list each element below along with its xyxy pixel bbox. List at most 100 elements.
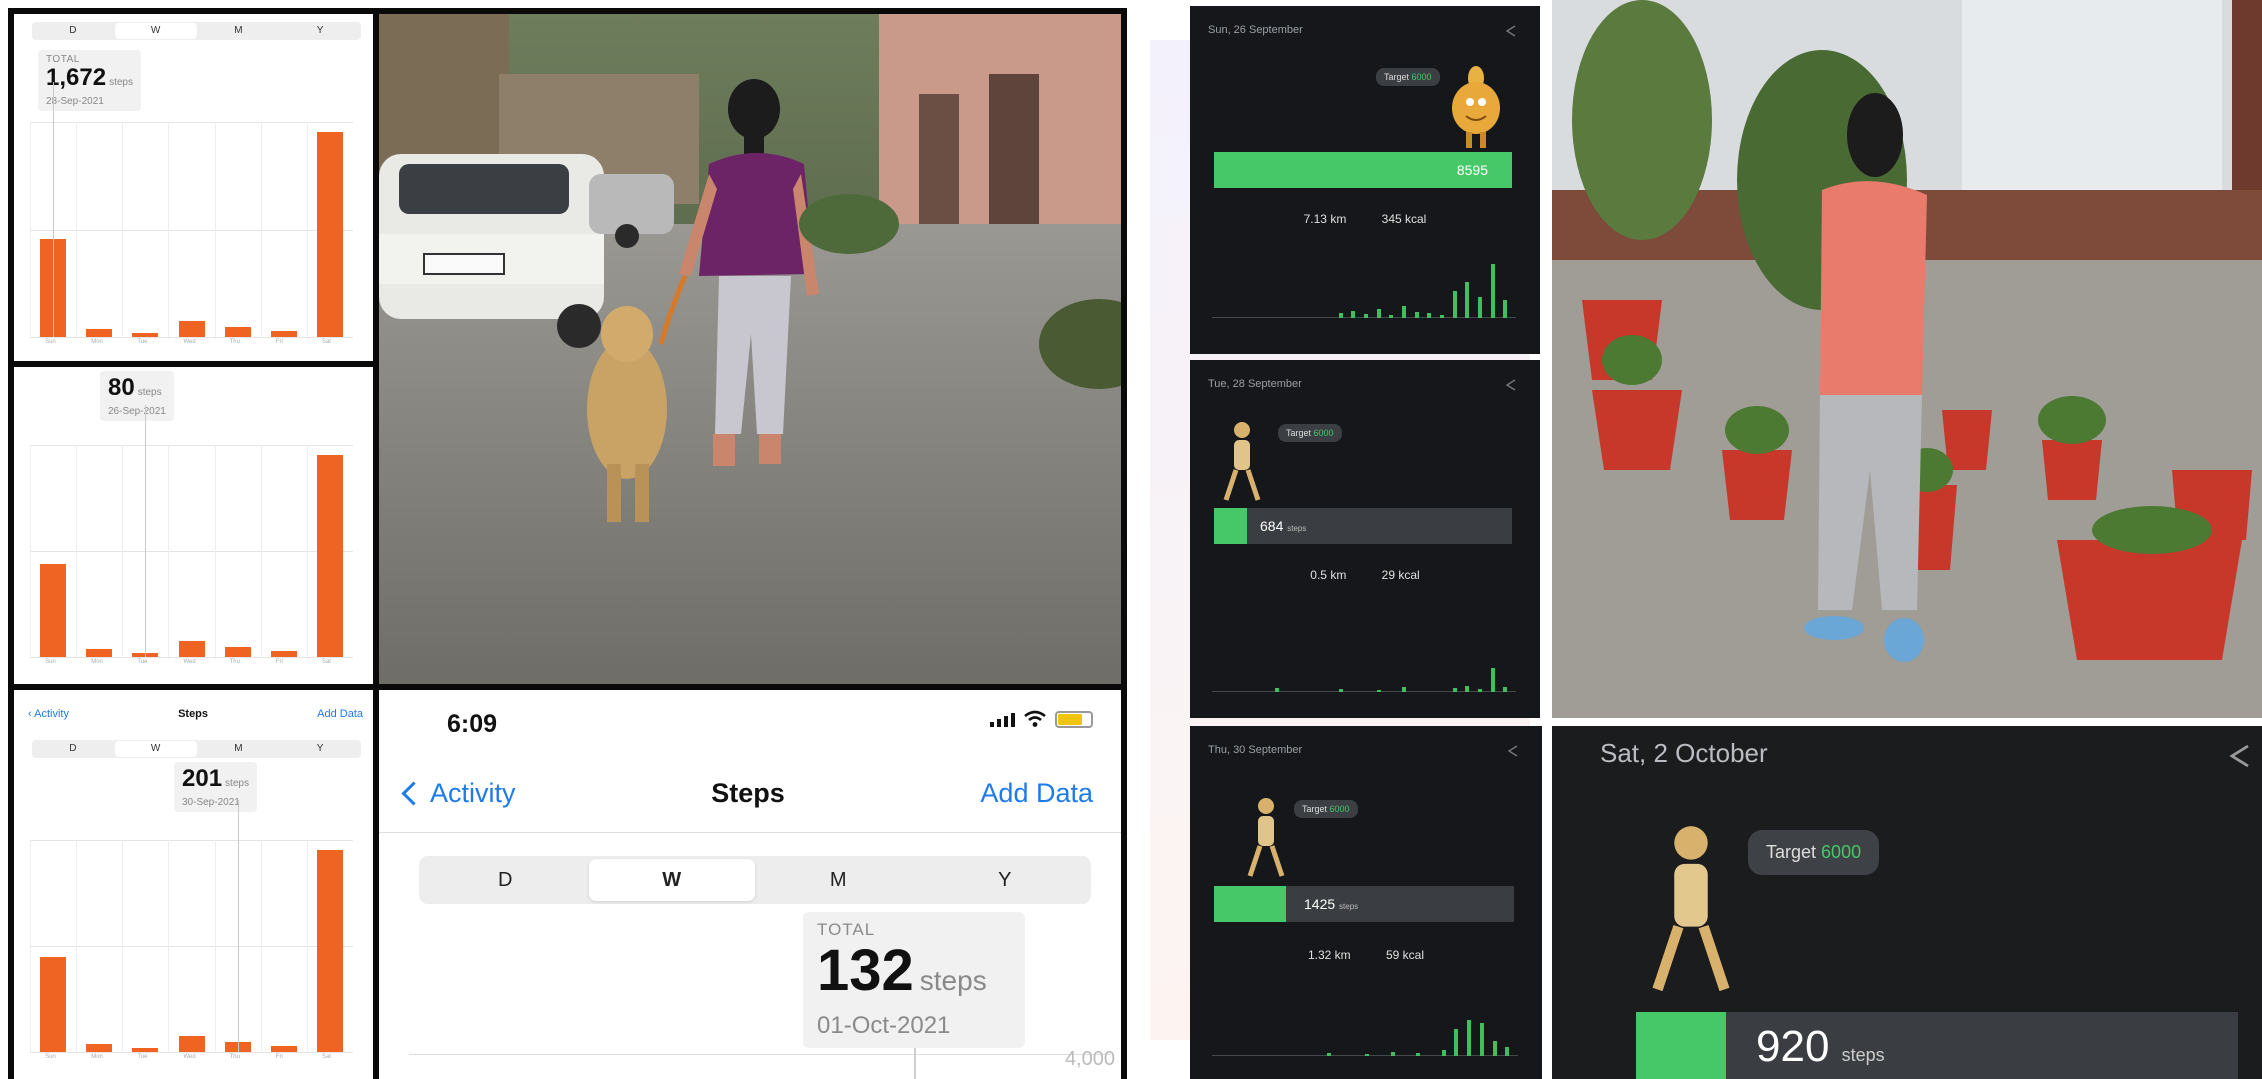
x-axis-label: Tue (137, 1054, 148, 1060)
chart-column-divider (306, 122, 308, 337)
x-axis-label: Tue (137, 339, 148, 345)
step-bar-sat[interactable] (316, 132, 343, 337)
step-bar-tue[interactable] (132, 1047, 159, 1052)
share-icon[interactable] (1504, 378, 1518, 392)
period-segmented-control[interactable]: D W M Y (32, 740, 361, 758)
total-value: 201 steps (182, 765, 249, 792)
sparkline-bar (1376, 309, 1381, 318)
add-data-link[interactable]: Add Data (317, 708, 363, 720)
x-axis-label: Wed (183, 1054, 196, 1060)
step-bar-thu[interactable] (224, 326, 251, 337)
step-bar-sun[interactable] (40, 564, 67, 657)
step-bar-sun[interactable] (40, 957, 67, 1052)
chart-gridline (409, 1054, 1111, 1055)
step-bar-tue[interactable] (132, 332, 159, 337)
tab-month[interactable]: M (755, 859, 922, 901)
step-bar-sat[interactable] (316, 455, 343, 657)
distance: 7.13 km (1303, 212, 1347, 226)
seg-d[interactable]: D (32, 740, 114, 758)
step-count: 920 steps (1756, 1022, 1885, 1071)
progress-track: 920 steps (1636, 1012, 2238, 1079)
seg-w[interactable]: W (114, 741, 197, 757)
chart-gridline (30, 551, 353, 552)
sparkline-bar (1467, 1020, 1471, 1056)
share-icon[interactable] (1504, 24, 1518, 38)
target-badge: Target 6000 (1748, 830, 1880, 875)
step-card-sat-2-oct: Sat, 2 October Target 6000 920 steps (1552, 726, 2262, 1079)
total-date: 01-Oct-2021 (817, 1012, 951, 1039)
x-axis-label: Fri (275, 1054, 283, 1060)
chart-column-divider (30, 445, 31, 657)
share-icon[interactable] (2226, 742, 2254, 770)
chart-column-divider (260, 122, 262, 337)
ios-steps-screen: 6:09 Activity Steps Add Data D W M Y TOT… (379, 690, 1121, 1079)
step-bar-fri[interactable] (270, 1045, 297, 1052)
tab-week[interactable]: W (588, 859, 755, 901)
chart-gridline (30, 122, 353, 123)
step-bar-fri[interactable] (270, 650, 297, 657)
seg-y[interactable]: Y (279, 740, 361, 758)
step-bar-mon[interactable] (86, 328, 113, 337)
card-date: Sat, 2 October (1600, 738, 1768, 768)
period-segmented-control[interactable]: D W M Y (32, 22, 361, 40)
step-bar-wed[interactable] (178, 320, 205, 337)
back-link[interactable]: ‹ Activity (28, 708, 69, 720)
chart-column-divider (214, 840, 216, 1052)
walking-dog-illustration (379, 14, 1121, 684)
stats-row: 7.13 km 345 kcal (1190, 212, 1540, 226)
target-badge: Target 6000 (1376, 68, 1440, 86)
tab-year[interactable]: Y (922, 859, 1089, 901)
sparkline-bar (1490, 264, 1495, 318)
step-count: 8595 (1456, 162, 1488, 178)
left-collage: D W M Y TOTAL 1,672 steps 28-Sep-2021 Sun… (8, 8, 1127, 1079)
progress-track: 8595 (1214, 152, 1512, 188)
x-axis-label: Fri (275, 339, 283, 345)
step-bar-sat[interactable] (316, 850, 343, 1052)
sparkline-bar (1364, 314, 1368, 318)
selected-value-tooltip: 80 steps 26-Sep-2021 (100, 371, 174, 421)
walking-person-icon (1247, 798, 1285, 877)
back-button[interactable]: Activity (401, 778, 516, 809)
step-bar-mon[interactable] (86, 1043, 113, 1052)
add-data-button[interactable]: Add Data (980, 778, 1093, 809)
weekly-steps-panel-b: 80 steps 26-Sep-2021 Sun Mon Tue Wed Thu Fri Sa… (14, 367, 373, 684)
seg-w[interactable]: W (114, 23, 197, 39)
seg-m[interactable]: M (198, 740, 280, 758)
hourly-step-sparkline (1212, 632, 1516, 692)
sparkline-bar (1440, 315, 1444, 318)
chart-column-divider (122, 122, 124, 337)
stats-row: 1.32 km 59 kcal (1190, 948, 1542, 962)
sparkline-bar (1338, 313, 1343, 318)
tab-day[interactable]: D (422, 859, 589, 901)
calories: 59 kcal (1386, 948, 1425, 962)
sparkline-bar (1490, 668, 1495, 692)
target-badge: Target 6000 (1294, 800, 1358, 818)
garden-walk-illustration (1552, 0, 2262, 718)
step-bar-wed[interactable] (178, 640, 205, 657)
step-bar-wed[interactable] (178, 1035, 205, 1052)
step-bar-thu[interactable] (224, 646, 251, 657)
chart-column-divider (214, 122, 216, 337)
nav-bar: Activity Steps Add Data (401, 778, 1093, 809)
step-bar-fri[interactable] (270, 330, 297, 337)
chart-column-divider (76, 122, 78, 337)
share-icon[interactable] (1506, 744, 1520, 758)
total-date: 30-Sep-2021 (182, 797, 240, 808)
step-bar-mon[interactable] (86, 648, 113, 657)
x-axis-label: Sat (321, 339, 331, 345)
sparkline-bar (1275, 688, 1280, 692)
period-segmented-control[interactable]: D W M Y (419, 856, 1091, 904)
chart-column-divider (306, 840, 308, 1052)
sparkline-bar (1465, 686, 1470, 692)
seg-d[interactable]: D (32, 22, 114, 40)
seg-m[interactable]: M (198, 22, 280, 40)
seg-y[interactable]: Y (279, 22, 361, 40)
calories: 345 kcal (1381, 212, 1427, 226)
weekly-bar-chart: Sun Mon Tue Wed Thu Fri Sat (30, 800, 353, 1060)
x-axis-labels: Sun Mon Tue Wed Thu Fri Sat (30, 1054, 353, 1066)
total-date: 28-Sep-2021 (46, 96, 104, 107)
step-card-thu-30-sep: Thu, 30 September Target 6000 1425 steps… (1190, 726, 1542, 1079)
target-badge: Target 6000 (1278, 424, 1342, 442)
photo-garden-walk (1552, 0, 2262, 718)
sparkline-bar (1416, 1053, 1420, 1056)
